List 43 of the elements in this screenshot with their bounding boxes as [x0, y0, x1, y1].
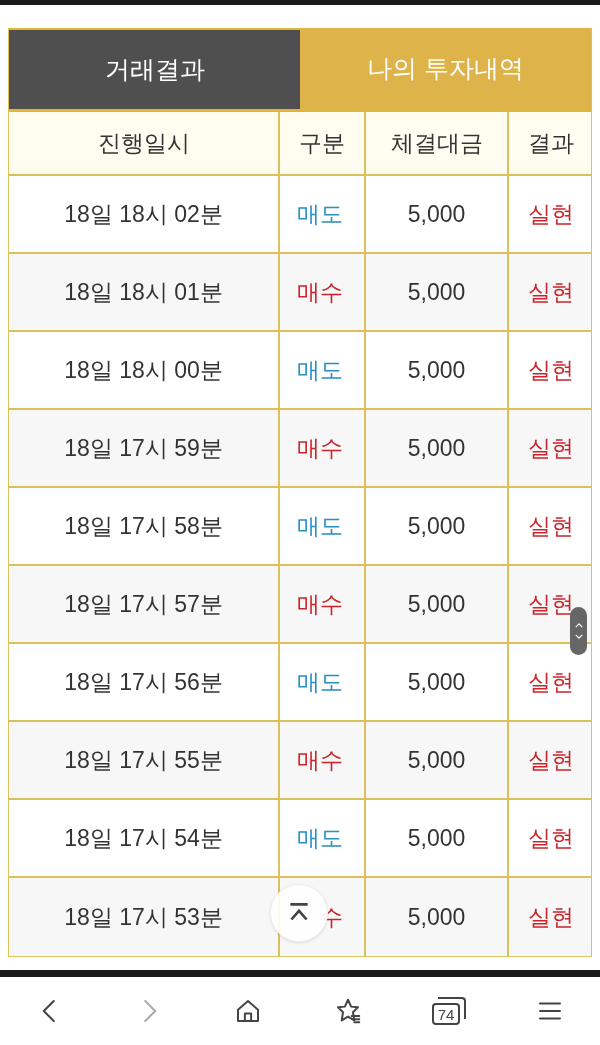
table-cell-text: 18일 17시 59분 [63, 433, 224, 463]
table-cell: 실현 [507, 332, 593, 408]
table-cell: 매수 [278, 254, 364, 330]
table-cell: 5,000 [364, 176, 507, 252]
table-cell: 실현 [507, 254, 593, 330]
table-cell: 5,000 [364, 644, 507, 720]
column-header: 진행일시 [96, 128, 191, 158]
table-cell: 5,000 [364, 254, 507, 330]
table-cell: 실현 [507, 410, 593, 486]
table-cell: 매수 [278, 410, 364, 486]
table-cell-text: 18일 17시 54분 [63, 823, 224, 853]
table-cell: 매수 [278, 566, 364, 642]
table-cell: 5,000 [364, 566, 507, 642]
table-cell: 5,000 [364, 722, 507, 798]
table-cell: 매도 [278, 800, 364, 876]
table-cell-text: 18일 17시 56분 [63, 667, 224, 697]
table-cell-text: 18일 18시 00분 [63, 355, 224, 385]
table-cell: 5,000 [364, 800, 507, 876]
table-cell-text: 18일 18시 01분 [63, 277, 224, 307]
table-cell: 매도 [278, 644, 364, 720]
table-cell: 5,000 [364, 332, 507, 408]
table-cell-text: 18일 18시 02분 [63, 199, 224, 229]
table-cell: 매수 [278, 722, 364, 798]
table-cell-text: 18일 17시 53분 [63, 902, 224, 932]
table-cell: 5,000 [364, 878, 507, 956]
column-header: 구분 [278, 112, 364, 174]
table-cell: 실현 [507, 800, 593, 876]
table-cell: 매도 [278, 488, 364, 564]
table-cell: 실현 [507, 176, 593, 252]
column-header: 결과 [507, 112, 593, 174]
table-cell: 매도 [278, 176, 364, 252]
table-cell: 실현 [507, 488, 593, 564]
table-cell: 매도 [278, 332, 364, 408]
scrollbar-handle[interactable] [570, 607, 587, 655]
table-cell: 5,000 [364, 488, 507, 564]
column-header: 체결대금 [364, 112, 507, 174]
table-cell: 실현 [507, 722, 593, 798]
tab[interactable]: 거래결과 [9, 28, 300, 109]
table-cell: 5,000 [364, 410, 507, 486]
table-cell-text: 18일 17시 57분 [63, 589, 224, 619]
table-cell-text: 18일 17시 58분 [63, 511, 224, 541]
table-cell-text: 18일 17시 55분 [63, 745, 224, 775]
table-cell: 실현 [507, 878, 593, 956]
